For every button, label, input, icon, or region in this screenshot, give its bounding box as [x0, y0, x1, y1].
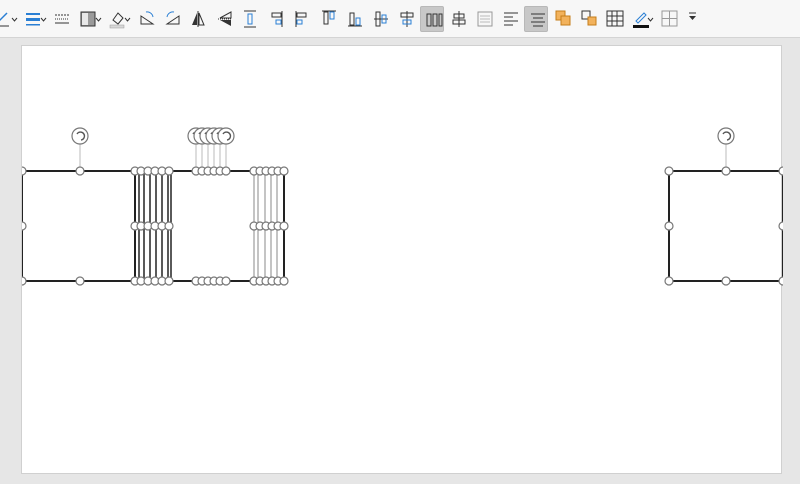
line-style-icon: [0, 12, 9, 27]
resize-handle[interactable]: [221, 276, 231, 286]
area-fill-icon: [80, 11, 96, 27]
chevron-down-icon[interactable]: [40, 17, 47, 22]
shape-rect-left: [22, 170, 136, 282]
resize-handle[interactable]: [778, 276, 783, 286]
line-style-button[interactable]: [0, 6, 19, 32]
distribute-vertical-icon: [244, 10, 256, 28]
chevron-down-icon[interactable]: [11, 17, 18, 22]
resize-handle[interactable]: [164, 166, 174, 176]
resize-handle[interactable]: [22, 221, 27, 231]
line-dash-button[interactable]: [50, 6, 74, 32]
insert-table-button[interactable]: [602, 6, 626, 32]
wrap-text-icon: [477, 11, 493, 27]
resize-handle[interactable]: [664, 276, 674, 286]
resize-handle[interactable]: [778, 166, 783, 176]
fill-color-button[interactable]: [105, 6, 132, 32]
borders-button[interactable]: [657, 6, 681, 32]
align-center-vertical-icon: [400, 11, 414, 27]
line-color-icon: [633, 12, 649, 28]
rotate-handle[interactable]: [71, 127, 89, 145]
resize-handle[interactable]: [164, 276, 174, 286]
text-align-center-icon: [531, 13, 545, 27]
distribute-vertical-button[interactable]: [238, 6, 262, 32]
shape-rect-right: [668, 170, 783, 282]
line-color-button[interactable]: [628, 6, 655, 32]
text-align-left-button[interactable]: [498, 6, 522, 32]
area-fill-button[interactable]: [76, 6, 103, 32]
rotate-left-icon: [165, 11, 180, 25]
text-align-center-button[interactable]: [524, 6, 548, 32]
send-to-back-button[interactable]: [576, 6, 600, 32]
align-center-horizontal-button[interactable]: [368, 6, 392, 32]
fill-color-icon: [109, 12, 125, 29]
distribute-horizontal-icon: [426, 13, 443, 27]
resize-handle[interactable]: [164, 221, 174, 231]
wrap-text-button[interactable]: [472, 6, 496, 32]
align-center-horizontal-icon: [374, 11, 388, 27]
drawing-canvas[interactable]: [22, 46, 783, 475]
bring-to-front-button[interactable]: [550, 6, 574, 32]
align-left-icon: [295, 11, 307, 27]
align-right-button[interactable]: [264, 6, 288, 32]
insert-table-icon: [606, 10, 624, 27]
flip-horizontal-button[interactable]: [212, 6, 236, 32]
chevron-down-icon[interactable]: [647, 17, 654, 22]
resize-handle[interactable]: [75, 166, 85, 176]
more-options-button[interactable]: [683, 6, 707, 32]
align-left-button[interactable]: [290, 6, 314, 32]
rotate-handle[interactable]: [217, 127, 235, 145]
line-width-button[interactable]: [21, 6, 48, 32]
rotate-right-button[interactable]: [134, 6, 158, 32]
align-center-vertical-button[interactable]: [394, 6, 418, 32]
align-top-button[interactable]: [316, 6, 340, 32]
distribute-center-button[interactable]: [446, 6, 470, 32]
resize-handle[interactable]: [75, 276, 85, 286]
rotate-handle[interactable]: [717, 127, 735, 145]
align-top-icon: [322, 10, 336, 25]
flip-vertical-icon: [192, 11, 205, 27]
resize-handle[interactable]: [279, 221, 289, 231]
resize-handle[interactable]: [721, 276, 731, 286]
document-page[interactable]: [21, 45, 783, 475]
resize-handle[interactable]: [279, 166, 289, 176]
borders-icon: [661, 10, 678, 27]
toolbar: [0, 0, 800, 38]
distribute-center-icon: [452, 11, 466, 27]
rotate-right-icon: [140, 11, 155, 25]
resize-handle[interactable]: [22, 276, 27, 286]
rotate-left-button[interactable]: [160, 6, 184, 32]
resize-handle[interactable]: [664, 166, 674, 176]
resize-handle[interactable]: [221, 166, 231, 176]
send-to-back-icon: [581, 10, 597, 26]
align-right-icon: [271, 11, 283, 27]
resize-handle[interactable]: [279, 276, 289, 286]
flip-horizontal-icon: [218, 11, 232, 26]
align-bottom-icon: [348, 12, 362, 27]
chevron-down-icon[interactable]: [95, 17, 102, 22]
align-bottom-button[interactable]: [342, 6, 366, 32]
bring-to-front-icon: [555, 10, 571, 26]
more-options-icon: [689, 12, 696, 20]
resize-handle[interactable]: [664, 221, 674, 231]
resize-handle[interactable]: [778, 221, 783, 231]
line-width-icon: [26, 13, 40, 26]
distribute-horizontal-button[interactable]: [420, 6, 444, 32]
resize-handle[interactable]: [721, 166, 731, 176]
flip-vertical-button[interactable]: [186, 6, 210, 32]
line-dash-icon: [55, 14, 69, 24]
chevron-down-icon[interactable]: [124, 17, 131, 22]
text-align-left-icon: [504, 12, 518, 26]
resize-handle[interactable]: [22, 166, 27, 176]
